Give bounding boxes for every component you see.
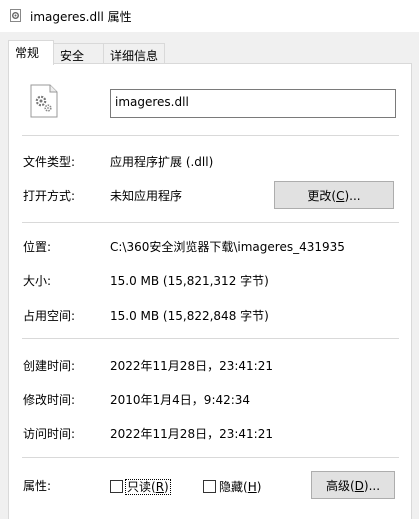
title-bar: imageres.dll 属性 xyxy=(0,0,419,32)
file-type-value: 应用程序扩展 (.dll) xyxy=(110,155,214,169)
divider xyxy=(22,135,399,136)
file-type-label: 文件类型: xyxy=(23,155,76,169)
change-button[interactable]: 更改(C)... xyxy=(274,181,394,209)
window-title: imageres.dll 属性 xyxy=(30,10,132,24)
size-label: 大小: xyxy=(23,274,52,288)
dll-gear-icon xyxy=(10,9,21,22)
size-on-disk-label: 占用空间: xyxy=(23,309,76,323)
divider xyxy=(22,457,399,458)
modified-label: 修改时间: xyxy=(23,393,76,407)
readonly-label[interactable]: 只读(R) xyxy=(125,478,171,495)
location-value: C:\360安全浏览器下载\imageres_431935 xyxy=(110,240,345,254)
tab-details[interactable]: 详细信息 xyxy=(103,43,165,64)
filename-field[interactable]: imageres.dll xyxy=(110,89,396,118)
location-label: 位置: xyxy=(23,240,52,254)
modified-value: 2010年1月4日，9:42:34 xyxy=(110,393,251,407)
accessed-value: 2022年11月28日，23:41:21 xyxy=(110,427,273,441)
created-label: 创建时间: xyxy=(23,359,76,373)
hidden-label[interactable]: 隐藏(H) xyxy=(219,478,261,495)
created-value: 2022年11月28日，23:41:21 xyxy=(110,359,273,373)
dll-file-icon xyxy=(30,84,58,118)
readonly-checkbox[interactable] xyxy=(110,480,123,493)
advanced-button[interactable]: 高级(D)... xyxy=(311,471,395,499)
hidden-checkbox[interactable] xyxy=(203,480,216,493)
divider xyxy=(22,222,399,223)
size-on-disk-value: 15.0 MB (15,822,848 字节) xyxy=(110,309,269,323)
opens-with-value: 未知应用程序 xyxy=(110,189,183,203)
tab-security[interactable]: 安全 xyxy=(53,43,104,64)
tab-general[interactable]: 常规 xyxy=(8,40,54,65)
general-panel: imageres.dll 文件类型: 应用程序扩展 (.dll) 打开方式: 未… xyxy=(8,63,412,519)
divider xyxy=(22,338,399,339)
accessed-label: 访问时间: xyxy=(23,427,76,441)
attributes-label: 属性: xyxy=(23,479,52,493)
tab-strip: 常规 安全 详细信息 xyxy=(8,40,412,65)
opens-with-label: 打开方式: xyxy=(23,189,76,203)
size-value: 15.0 MB (15,821,312 字节) xyxy=(110,274,269,288)
